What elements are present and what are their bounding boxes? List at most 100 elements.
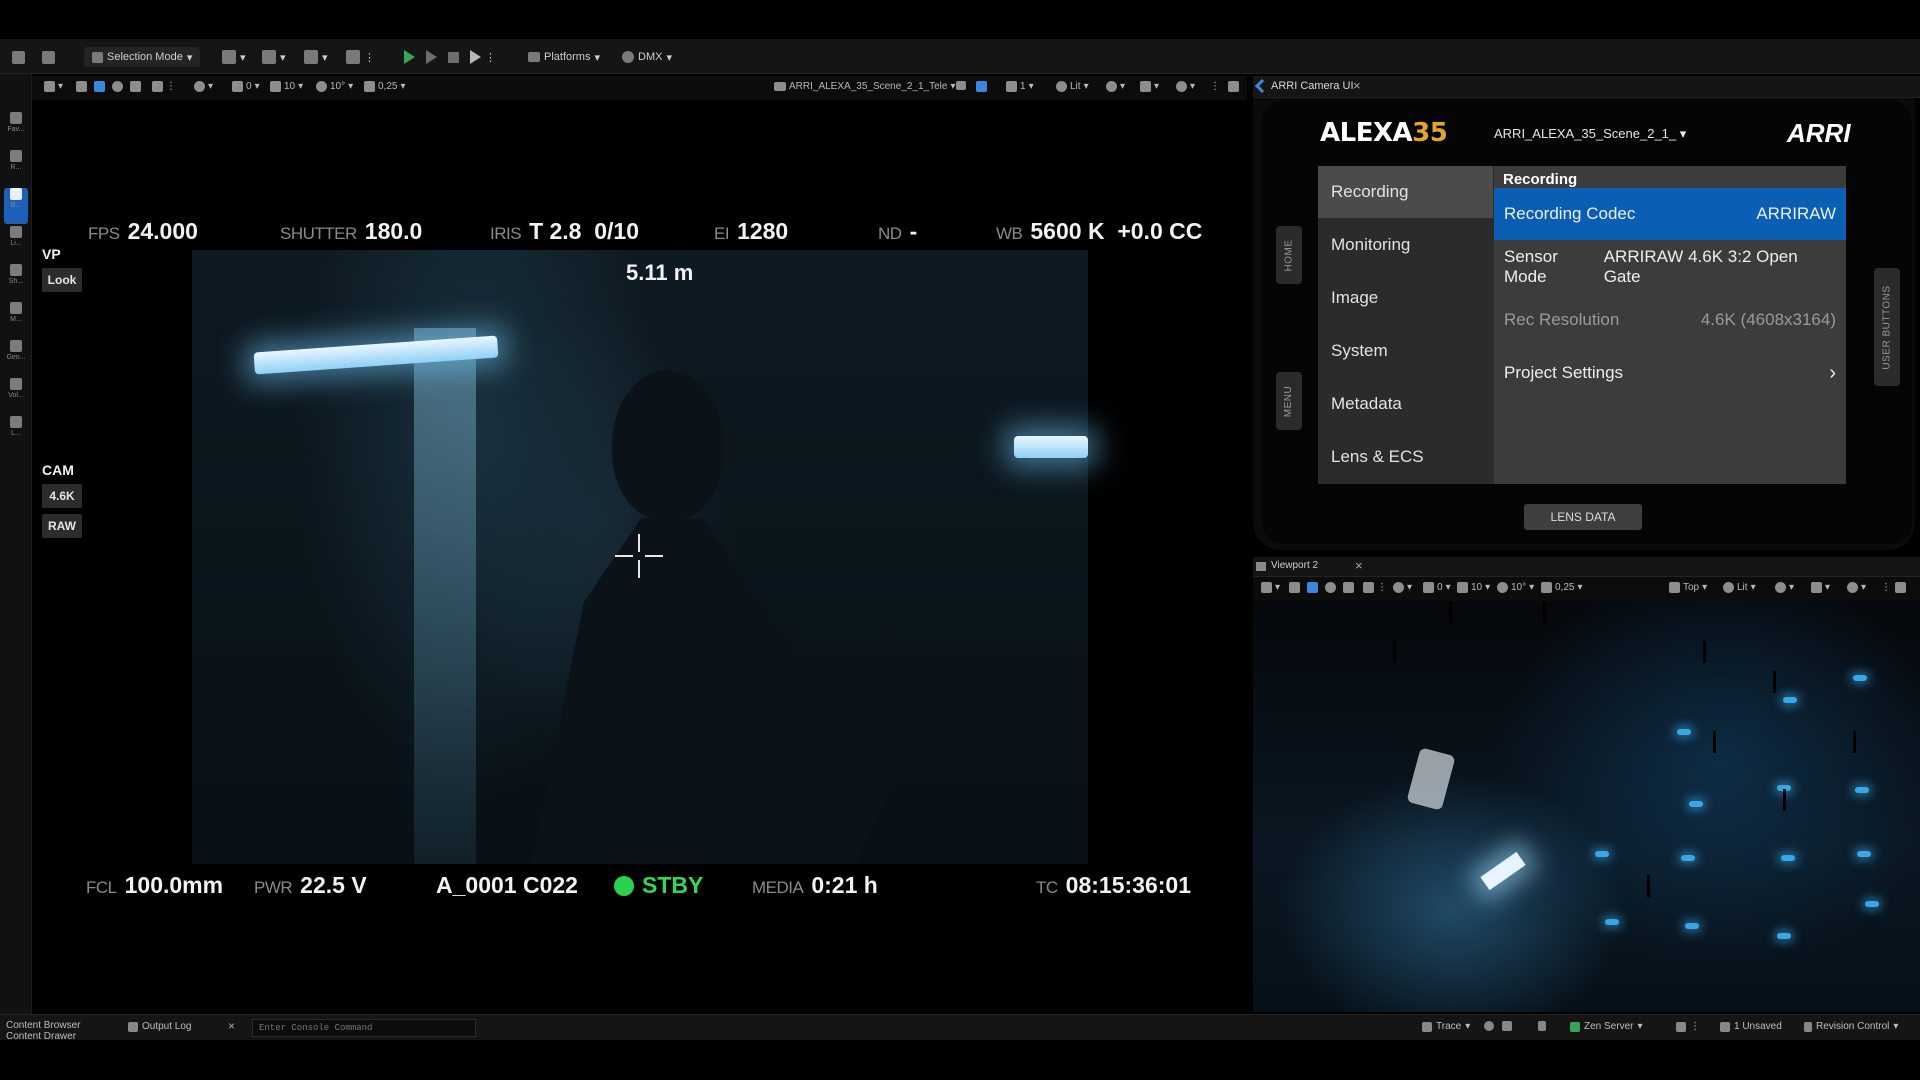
close-icon[interactable]: × bbox=[228, 1019, 235, 1033]
scene-dropdown[interactable]: ARRI_ALEXA_35_Scene_2_1_ ▾ bbox=[1494, 126, 1686, 142]
console-command-input[interactable] bbox=[252, 1019, 476, 1037]
close-icon[interactable]: × bbox=[1355, 558, 1363, 573]
settings-icon[interactable]: ▾ bbox=[1847, 582, 1866, 593]
content-browser-button[interactable]: Content Browser Content Drawer bbox=[6, 1020, 80, 1042]
stop-icon[interactable] bbox=[448, 47, 459, 67]
step-icon[interactable] bbox=[426, 47, 437, 67]
add-actor-icon[interactable]: ▾ bbox=[222, 47, 246, 67]
mode-item[interactable]: Fav... bbox=[4, 112, 28, 148]
layout-icon[interactable] bbox=[1895, 582, 1906, 593]
user-buttons-tab[interactable]: USER BUTTONS bbox=[1874, 268, 1900, 386]
arri-camera-ui-tab[interactable]: ARRI Camera UI × bbox=[1253, 76, 1920, 98]
move-tool-icon[interactable] bbox=[94, 81, 105, 92]
output-log-tab[interactable]: Output Log bbox=[128, 1021, 191, 1032]
layout-icon[interactable] bbox=[1228, 81, 1239, 92]
scale-tool-icon[interactable] bbox=[1343, 582, 1354, 593]
selection-mode-dropdown[interactable]: Selection Mode ▾ bbox=[84, 47, 201, 67]
close-icon[interactable]: × bbox=[1353, 78, 1361, 93]
menu-tab[interactable]: MENU bbox=[1276, 372, 1302, 430]
setting-row[interactable]: Recording Codec ARRIRAW bbox=[1494, 188, 1846, 240]
zen-server-dropdown[interactable]: Zen Server ▾ bbox=[1570, 1021, 1643, 1032]
dmx-dropdown[interactable]: DMX ▾ bbox=[622, 47, 672, 67]
rotate-tool-icon[interactable] bbox=[1325, 582, 1336, 593]
mode-label: Li... bbox=[10, 240, 22, 247]
performance-icon[interactable]: ▾ bbox=[1811, 582, 1830, 593]
view-mode-dropdown[interactable]: Lit ▾ bbox=[1056, 81, 1089, 92]
mode-item[interactable]: Sh... bbox=[4, 264, 28, 300]
lens-data-button[interactable]: LENS DATA bbox=[1524, 504, 1642, 530]
platforms-dropdown[interactable]: Platforms ▾ bbox=[528, 47, 600, 67]
blueprint-icon[interactable]: ▾ bbox=[262, 47, 286, 67]
grid-size[interactable]: 10 ▾ bbox=[1457, 582, 1490, 593]
scale-snap[interactable]: 0,25 ▾ bbox=[364, 81, 406, 92]
home-tab[interactable]: HOME bbox=[1276, 226, 1302, 284]
hourglass-icon[interactable] bbox=[1538, 1021, 1546, 1031]
rotation-snap[interactable]: ▾ bbox=[1393, 582, 1412, 593]
codec-button[interactable]: RAW bbox=[42, 514, 82, 538]
surface-snap-icon[interactable]: ⋮ bbox=[1363, 582, 1387, 593]
look-button[interactable]: Look bbox=[42, 268, 82, 292]
select-tool-icon[interactable] bbox=[1289, 582, 1300, 593]
eject-icon[interactable] bbox=[956, 81, 966, 90]
menu-item[interactable]: Image bbox=[1318, 272, 1493, 324]
settings-icon[interactable]: ▾ bbox=[1176, 81, 1195, 92]
setting-row[interactable]: Project Settings › bbox=[1494, 347, 1846, 399]
mode-item[interactable]: L... bbox=[4, 416, 28, 452]
mode-item[interactable]: M... bbox=[4, 302, 28, 338]
view-dropdown[interactable]: Top ▾ bbox=[1669, 582, 1707, 593]
modes-icon[interactable]: ⋮ bbox=[346, 47, 375, 67]
play-icon[interactable] bbox=[404, 47, 415, 67]
grid-snap[interactable]: 0 ▾ bbox=[1423, 582, 1451, 593]
menu-item[interactable]: System bbox=[1318, 325, 1493, 377]
menu-item[interactable]: Metadata bbox=[1318, 378, 1493, 430]
angle-snap[interactable]: 10° ▾ bbox=[316, 81, 353, 92]
move-tool-icon[interactable] bbox=[1307, 582, 1318, 593]
resolution-button[interactable]: 4.6K bbox=[42, 484, 82, 508]
menu-item[interactable]: Recording bbox=[1318, 166, 1493, 218]
view-mode-dropdown[interactable]: Lit ▾ bbox=[1723, 582, 1756, 593]
mode-item[interactable]: Li... bbox=[4, 226, 28, 262]
rotation-snap[interactable]: ▾ bbox=[194, 81, 213, 92]
select-tool-icon[interactable] bbox=[76, 81, 87, 92]
angle-snap[interactable]: 10° ▾ bbox=[1497, 582, 1534, 593]
camera-icon[interactable] bbox=[1502, 1021, 1512, 1031]
setting-row[interactable]: Sensor Mode ARRIRAW 4.6K 3:2 Open Gate bbox=[1494, 241, 1846, 293]
viewport-2-tab[interactable]: Viewport 2 × bbox=[1253, 557, 1920, 577]
grid-size[interactable]: 10 ▾ bbox=[270, 81, 303, 92]
rotate-tool-icon[interactable] bbox=[112, 81, 123, 92]
menu-item[interactable]: Monitoring bbox=[1318, 219, 1493, 271]
mode-item[interactable]: B... bbox=[4, 188, 28, 224]
mode-item[interactable]: Geo... bbox=[4, 340, 28, 376]
cinematics-icon[interactable]: ▾ bbox=[304, 47, 328, 67]
launch-icon[interactable]: ⋮ bbox=[470, 47, 496, 67]
mode-label: M... bbox=[10, 316, 22, 323]
stats-icon[interactable]: ⋮ bbox=[1676, 1021, 1700, 1032]
trace-dropdown[interactable]: Trace ▾ bbox=[1422, 1021, 1470, 1032]
surface-snap-icon[interactable]: ⋮ bbox=[152, 81, 176, 92]
speed-dropdown[interactable]: 1 ▾ bbox=[1006, 81, 1034, 92]
save-icon[interactable] bbox=[12, 47, 25, 67]
top-view-viewport[interactable] bbox=[1253, 601, 1920, 1012]
browse-icon[interactable] bbox=[42, 47, 55, 67]
mode-item[interactable]: Vol... bbox=[4, 378, 28, 414]
revision-control-dropdown[interactable]: Revision Control ▾ bbox=[1804, 1021, 1898, 1032]
record-icon[interactable] bbox=[1484, 1021, 1494, 1031]
performance-icon[interactable]: ▾ bbox=[1140, 81, 1159, 92]
more-icon[interactable]: ⋮ bbox=[1881, 582, 1891, 593]
show-flags-icon[interactable]: ▾ bbox=[1775, 582, 1794, 593]
scale-snap[interactable]: 0,25 ▾ bbox=[1541, 582, 1583, 593]
grid-snap[interactable]: 0 ▾ bbox=[232, 81, 260, 92]
camera-dropdown[interactable]: ARRI_ALEXA_35_Scene_2_1_Tele ▾ bbox=[774, 81, 955, 92]
unsaved-button[interactable]: 1 Unsaved bbox=[1720, 1021, 1782, 1032]
viewport-options-icon[interactable]: ▾ bbox=[44, 81, 63, 92]
scale-tool-icon[interactable] bbox=[130, 81, 141, 92]
main-viewport[interactable]: FPS 24.000 SHUTTER 180.0 IRIS T 2.8 0/10 EI… bbox=[32, 100, 1247, 1012]
mode-item[interactable]: R... bbox=[4, 150, 28, 186]
viewport-options-icon[interactable]: ▾ bbox=[1261, 582, 1280, 593]
content-drawer-label: Content Drawer bbox=[6, 1031, 77, 1042]
menu-item[interactable]: Lens & ECS bbox=[1318, 431, 1493, 483]
arri-camera-ui: ALEXA35 ARRI_ALEXA_35_Scene_2_1_ ▾ ARRI … bbox=[1262, 100, 1912, 544]
pilot-icon[interactable] bbox=[976, 81, 987, 92]
show-flags-icon[interactable]: ▾ bbox=[1106, 81, 1125, 92]
more-icon[interactable]: ⋮ bbox=[1210, 81, 1220, 92]
